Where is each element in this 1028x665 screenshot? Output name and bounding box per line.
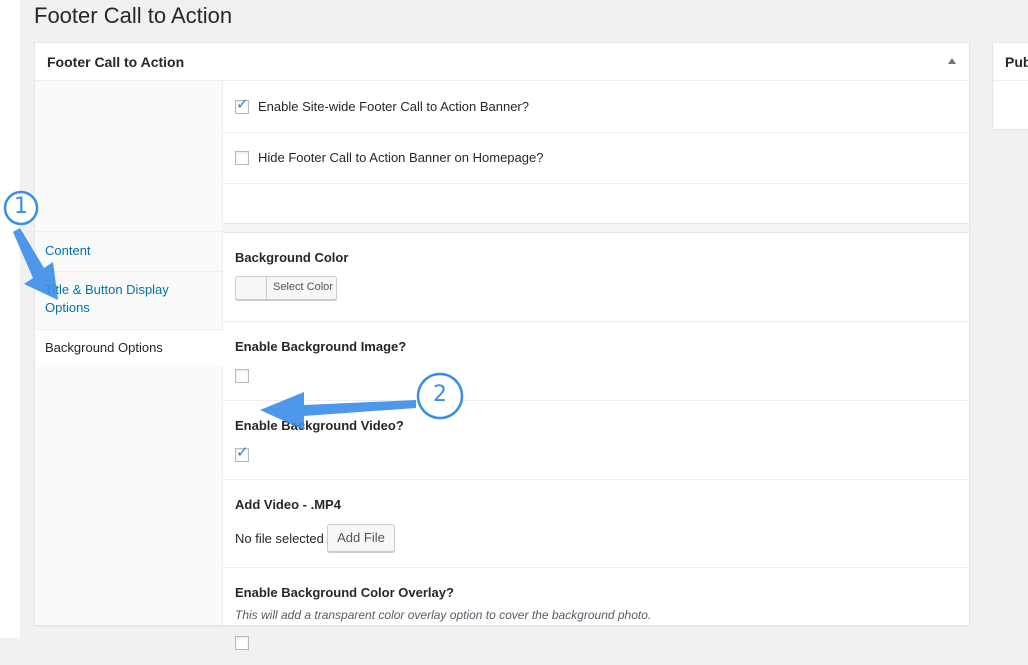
enable-sitewide-row: ✓ Enable Site-wide Footer Call to Action… <box>223 81 969 133</box>
publish-box: Pub <box>992 42 1028 130</box>
color-overlay-label: Enable Background Color Overlay? <box>235 585 454 600</box>
color-swatch <box>236 277 267 299</box>
admin-left-strip <box>0 0 20 638</box>
collapse-arrow-icon[interactable] <box>948 58 956 64</box>
background-video-checkbox[interactable]: ✓ <box>235 444 249 462</box>
hide-homepage-checkbox[interactable] <box>235 151 249 165</box>
page-title: Footer Call to Action <box>34 3 233 28</box>
enable-sitewide-label: Enable Site-wide Footer Call to Action B… <box>258 99 529 114</box>
hide-homepage-label: Hide Footer Call to Action Banner on Hom… <box>258 150 544 165</box>
add-file-button[interactable]: Add File <box>327 524 395 552</box>
metabox-title: Footer Call to Action <box>47 54 185 70</box>
enable-sitewide-checkbox[interactable]: ✓ <box>235 96 249 114</box>
add-video-row: Add Video - .MP4 No file selected Add Fi… <box>223 480 969 568</box>
checkmark-icon: ✓ <box>236 96 249 113</box>
background-video-row: Enable Background Video? ✓ <box>223 401 969 480</box>
badge-2-label: 2 <box>433 382 447 407</box>
tabs-column: Content Title & Button Display Options B… <box>35 81 224 625</box>
publish-box-title: Pub <box>1005 54 1028 70</box>
background-image-checkbox[interactable] <box>235 369 249 383</box>
tab-title-button-display-options[interactable]: Title & Button Display Options <box>35 271 223 329</box>
badge-1-label: 1 <box>14 194 28 219</box>
metabox-header[interactable]: Footer Call to Action <box>35 43 969 81</box>
background-color-row: Background Color Select Color <box>223 233 969 322</box>
add-video-label: Add Video - .MP4 <box>235 497 341 512</box>
color-overlay-row: Enable Background Color Overlay? This wi… <box>223 568 969 665</box>
background-color-label: Background Color <box>235 250 349 265</box>
tab-content[interactable]: Content <box>35 231 223 271</box>
footer-cta-metabox: Footer Call to Action Content Title & Bu… <box>34 42 970 650</box>
background-image-row: Enable Background Image? <box>223 322 969 401</box>
fields-panel: ✓ Enable Site-wide Footer Call to Action… <box>223 81 969 650</box>
publish-box-divider <box>993 80 1028 81</box>
section-separator <box>223 223 969 233</box>
background-video-label: Enable Background Video? <box>235 418 404 433</box>
color-overlay-checkbox[interactable] <box>235 636 249 650</box>
hide-homepage-row: Hide Footer Call to Action Banner on Hom… <box>223 133 969 184</box>
select-color-button[interactable]: Select Color <box>235 276 337 300</box>
select-color-label: Select Color <box>273 281 333 293</box>
file-status: No file selected <box>235 531 324 546</box>
checkmark-icon: ✓ <box>236 444 249 461</box>
color-overlay-description: This will add a transparent color overla… <box>235 608 652 622</box>
tab-background-options[interactable]: Background Options <box>35 329 224 367</box>
background-image-label: Enable Background Image? <box>235 339 407 354</box>
